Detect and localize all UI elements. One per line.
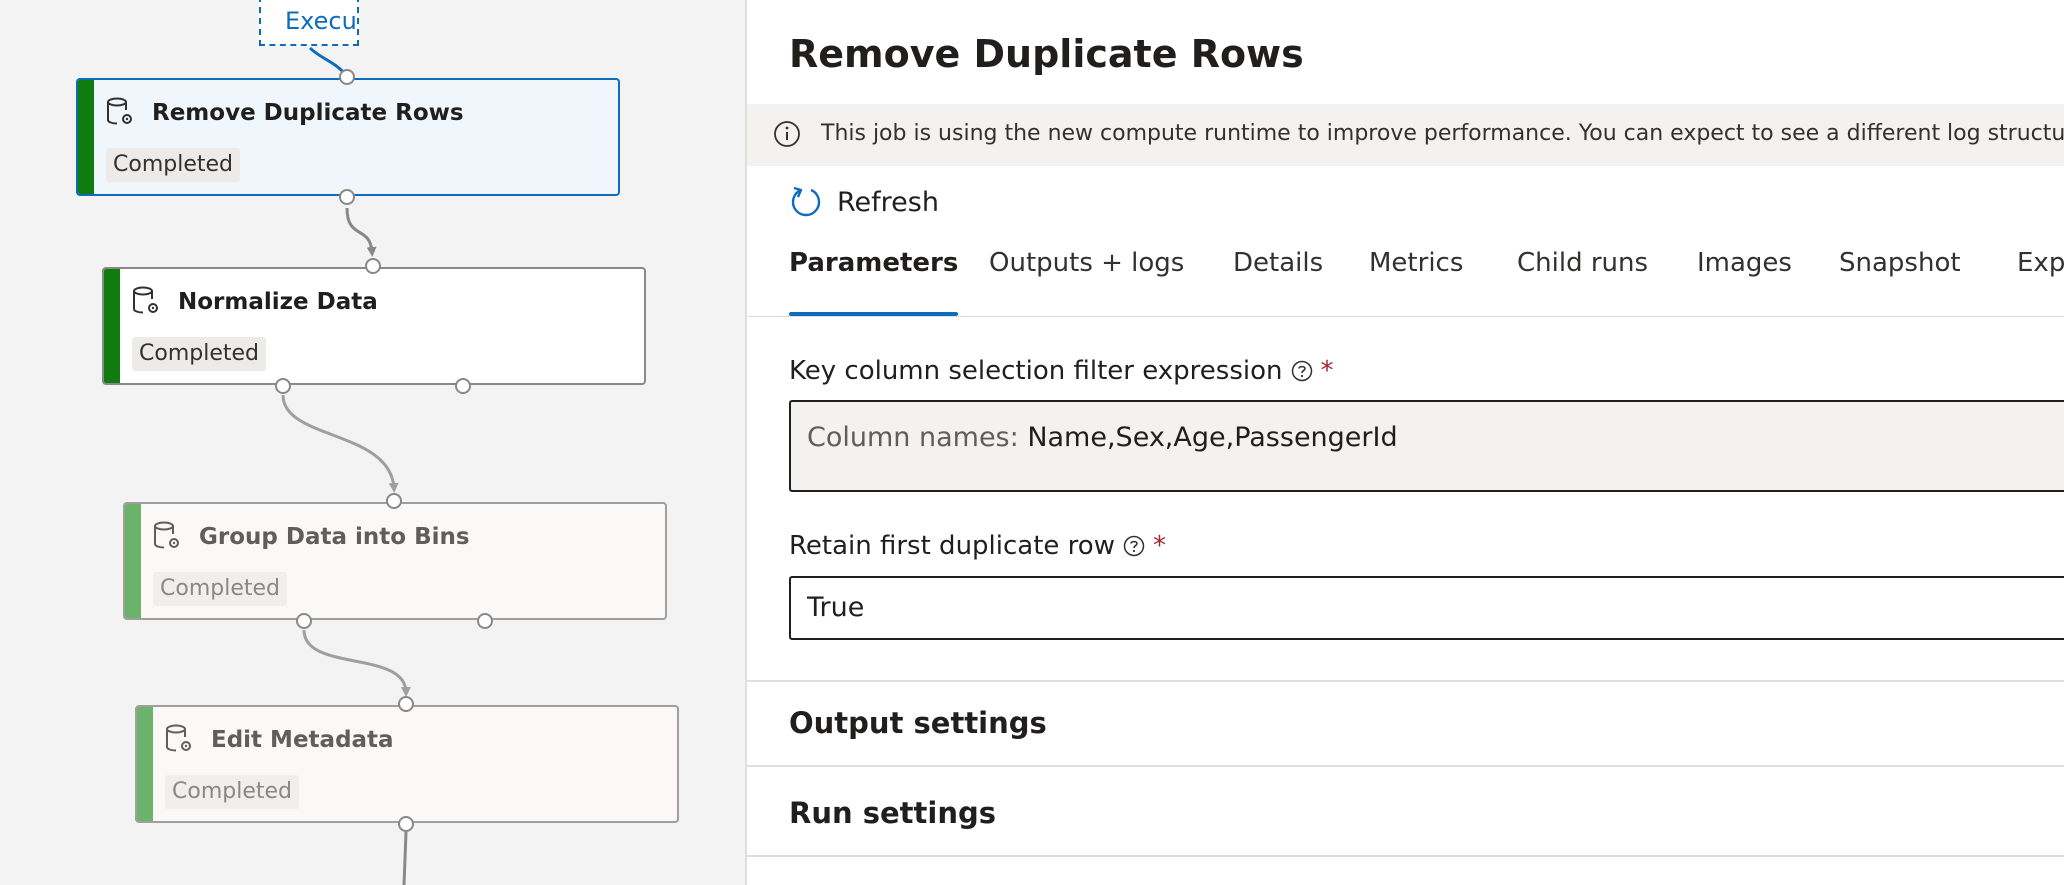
tab-metrics[interactable]: Metrics <box>1369 248 1463 316</box>
execute-node-label: Execu <box>285 7 357 35</box>
output-port[interactable] <box>275 378 291 394</box>
key-column-label: Key column selection filter expression * <box>789 356 1334 386</box>
output-settings-section[interactable]: Output settings <box>789 706 1047 740</box>
output-port[interactable] <box>455 378 471 394</box>
info-icon <box>774 121 800 147</box>
execute-node[interactable]: Execu <box>259 0 359 46</box>
refresh-icon <box>791 186 821 217</box>
node-status-badge: Completed <box>106 148 240 182</box>
help-icon[interactable] <box>1291 360 1313 382</box>
tab-divider <box>747 316 2064 317</box>
run-settings-section[interactable]: Run settings <box>789 796 996 830</box>
tab-child-runs[interactable]: Child runs <box>1517 248 1648 316</box>
tab-outputs-logs[interactable]: Outputs + logs <box>989 248 1184 316</box>
panel-title: Remove Duplicate Rows <box>789 32 1304 76</box>
column-names-value: Name,Sex,Age,PassengerId <box>1027 422 1398 453</box>
node-status-bar <box>78 80 94 194</box>
node-status-badge: Completed <box>132 337 266 371</box>
input-port[interactable] <box>339 69 355 85</box>
node-status-badge: Completed <box>153 572 287 606</box>
node-group-data-into-bins[interactable]: Group Data into Bins Completed <box>123 502 667 620</box>
dataset-gear-icon <box>107 97 132 125</box>
node-status-badge: Completed <box>165 775 299 809</box>
refresh-label: Refresh <box>837 186 939 218</box>
dataset-gear-icon <box>166 724 191 752</box>
node-status-bar <box>104 269 120 383</box>
output-port[interactable] <box>339 189 355 205</box>
pipeline-canvas[interactable]: Execu Remove Duplicate Rows Completed No… <box>0 0 745 885</box>
column-names-prefix: Column names: <box>807 422 1019 453</box>
node-title: Normalize Data <box>178 289 378 315</box>
node-status-bar <box>125 504 141 618</box>
edge-remove-to-normalize <box>345 207 377 257</box>
section-divider <box>747 765 2064 767</box>
info-banner: This job is using the new compute runtim… <box>747 104 2064 166</box>
node-title: Group Data into Bins <box>199 524 470 550</box>
tab-images[interactable]: Images <box>1697 248 1792 316</box>
node-status-bar <box>137 707 153 821</box>
output-port[interactable] <box>398 816 414 832</box>
retain-first-dropdown[interactable]: True <box>789 576 2064 640</box>
dataset-gear-icon <box>154 521 179 549</box>
section-divider <box>747 680 2064 682</box>
edge-group-to-edit <box>302 629 411 697</box>
required-asterisk: * <box>1320 356 1334 386</box>
retain-first-value: True <box>807 592 865 623</box>
input-port[interactable] <box>398 696 414 712</box>
dataset-gear-icon <box>133 286 158 314</box>
help-icon[interactable] <box>1123 535 1145 557</box>
node-edit-metadata[interactable]: Edit Metadata Completed <box>135 705 679 823</box>
tab-snapshot[interactable]: Snapshot <box>1839 248 1961 316</box>
edge-exec-to-remove <box>308 46 347 76</box>
edge-normalize-to-group <box>281 394 399 493</box>
key-column-field[interactable]: Column names: Name,Sex,Age,PassengerId <box>789 400 2064 492</box>
tab-details[interactable]: Details <box>1233 248 1323 316</box>
banner-text: This job is using the new compute runtim… <box>821 121 2064 146</box>
node-remove-duplicate-rows[interactable]: Remove Duplicate Rows Completed <box>76 78 620 196</box>
retain-first-label: Retain first duplicate row * <box>789 531 1166 561</box>
input-port[interactable] <box>365 258 381 274</box>
refresh-button[interactable]: Refresh <box>789 182 939 222</box>
output-port[interactable] <box>477 613 493 629</box>
section-divider <box>747 855 2064 857</box>
node-normalize-data[interactable]: Normalize Data Completed <box>102 267 646 385</box>
node-title: Edit Metadata <box>211 727 394 753</box>
edge-edit-to-next <box>402 831 408 885</box>
details-panel: Remove Duplicate Rows This job is using … <box>745 0 2064 885</box>
required-asterisk: * <box>1152 531 1166 561</box>
input-port[interactable] <box>386 493 402 509</box>
tab-parameters[interactable]: Parameters <box>789 248 959 316</box>
node-title: Remove Duplicate Rows <box>152 100 464 126</box>
tab-exp[interactable]: Exp <box>2017 248 2064 316</box>
output-port[interactable] <box>296 613 312 629</box>
